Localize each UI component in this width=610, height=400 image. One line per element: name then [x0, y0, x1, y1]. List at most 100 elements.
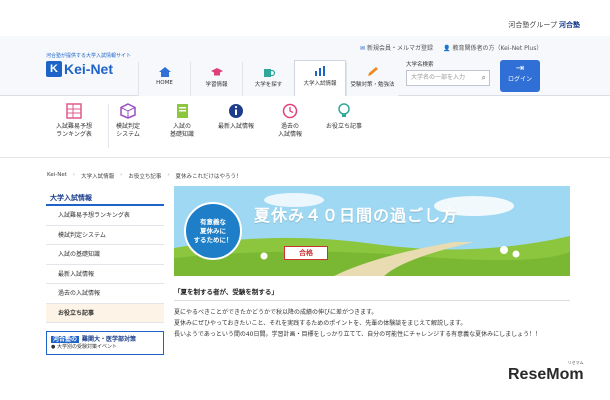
nav-home[interactable]: HOME	[138, 62, 190, 96]
subnav-useful-articles[interactable]: お役立ち記事	[314, 102, 374, 131]
article-paragraph: 長いようであっという間の40日間。学習計画・目標をしっかり立てて、自分の可能性に…	[174, 331, 542, 338]
breadcrumb-separator: ›	[72, 172, 76, 178]
pass-sign: 合格	[284, 246, 328, 260]
login-label: ログイン	[507, 76, 532, 83]
watermark-kana: リセマム	[567, 360, 584, 365]
promo-heading: 河合塾の 難関大・医学部対策	[51, 334, 159, 343]
nav-find-university[interactable]: 大学を探す	[242, 62, 294, 96]
sidebar-item-past[interactable]: 過去の入試情報	[46, 284, 164, 304]
history-icon	[282, 103, 298, 119]
breadcrumb-current: 夏休みこれだけはやろう！	[175, 174, 242, 180]
article-heading: 「夏を制する者が、受験を制する」	[174, 286, 570, 301]
search-label: 大学名検索	[406, 62, 434, 68]
subnav-judgement-line2: システム	[116, 131, 140, 138]
sidebar: 大学入試情報 入試難易予想ランキング表 模試判定システム 入試の基礎知識 最新入…	[46, 190, 164, 355]
nav-study[interactable]: 学習情報	[190, 62, 242, 96]
group-label: 河合塾グループ 河合塾	[508, 20, 580, 30]
hero-title: 夏休み４０日間の過ごし方	[254, 206, 459, 225]
register-link[interactable]: ✉ 新規会員・メルマガ登録	[360, 43, 433, 52]
top-bar: 河合塾グループ 河合塾	[0, 0, 610, 36]
article-paragraph: 夏休みにぜひやっておきたいこと、それを実践するためのポイントを、先輩の体験談をま…	[174, 320, 467, 327]
nav-exam-prep[interactable]: 受験対策・勉強法	[346, 62, 398, 96]
sidebar-item-latest[interactable]: 最新入試情報	[46, 265, 164, 284]
table-icon	[66, 103, 82, 119]
search-placeholder: 大学名の一部を入力	[411, 74, 466, 81]
register-link-label: 新規会員・メルマガ登録	[367, 45, 434, 52]
sidebar-title: 大学入試情報	[46, 190, 164, 206]
breadcrumb-separator: ›	[120, 172, 123, 178]
site-logo[interactable]: 河合塾が提供する大学入試情報サイト K Kei-Net	[46, 52, 132, 88]
article-body: 「夏を制する者が、受験を制する」 夏にやるべきことができたかどうかで秋以降の成績…	[174, 286, 570, 340]
sidebar-item-ranking[interactable]: 入試難易予想ランキング表	[46, 206, 164, 226]
sidebar-item-judgement[interactable]: 模試判定システム	[46, 226, 164, 245]
pencil-icon	[367, 67, 378, 76]
hero-banner: 有意義な 夏休みに するために！ 夏休み４０日間の過ごし方 合格	[174, 186, 570, 276]
subnav-past-line2: 入試情報	[277, 131, 302, 138]
subnav-past[interactable]: 過去の 入試情報	[260, 102, 320, 139]
logo-name: Kei-Net	[64, 61, 114, 77]
promo-org: 河合塾の	[51, 336, 80, 343]
book-icon	[177, 104, 188, 118]
university-search: 大学名検索 大学名の一部を入力 ⌕	[406, 60, 492, 86]
nav-admissions[interactable]: 大学入試情報	[294, 60, 346, 96]
subnav-latest-label: 最新入試情報	[217, 123, 254, 130]
educator-link[interactable]: 👤 教育関係者の方（Kei-Net Plus）	[443, 43, 542, 52]
subnav-basics[interactable]: 入試の 基礎知識	[152, 102, 212, 139]
badge-line1: 有意義な	[200, 218, 226, 226]
bar-chart-icon	[315, 66, 325, 76]
person-icon: 👤	[443, 45, 451, 52]
login-button[interactable]: ⇥ ログイン	[500, 60, 540, 92]
site-header: ✉ 新規会員・メルマガ登録 👤 教育関係者の方（Kei-Net Plus） 河合塾が…	[0, 36, 610, 96]
header-links: ✉ 新規会員・メルマガ登録 👤 教育関係者の方（Kei-Net Plus）	[360, 43, 542, 52]
sub-nav: 入試難易予想 ランキング表 模試判定 システム 入試の 基礎知識 最新入試情報 …	[0, 96, 610, 158]
mail-icon: ✉	[360, 45, 366, 52]
group-label-text: 河合塾グループ	[508, 21, 557, 29]
subnav-basics-line1: 入試の	[172, 123, 191, 130]
nav-exam-prep-label: 受験対策・勉強法	[350, 82, 395, 88]
subnav-past-line1: 過去の	[280, 123, 299, 130]
graduation-cap-icon	[210, 68, 223, 76]
watermark-text: ReseMom	[508, 366, 584, 383]
subnav-ranking-line1: 入試難易予想	[55, 123, 92, 130]
subnav-judgement[interactable]: 模試判定 システム	[98, 102, 158, 139]
nav-find-university-label: 大学を探す	[254, 82, 283, 88]
nav-study-label: 学習情報	[205, 82, 228, 88]
subnav-judgement-line1: 模試判定	[115, 123, 140, 130]
search-icon[interactable]: ⌕	[482, 71, 486, 85]
badge-line2: 夏休みに	[200, 227, 226, 235]
nav-home-label: HOME	[156, 80, 173, 86]
lightbulb-icon	[338, 103, 350, 117]
educator-link-label: 教育関係者の方（Kei-Net Plus）	[452, 45, 543, 52]
login-icon: ⇥	[515, 63, 525, 74]
subnav-useful-articles-label: お役立ち記事	[325, 123, 362, 130]
logo-k-icon: K	[46, 61, 62, 77]
badge-line3: するために！	[193, 236, 233, 244]
resemom-watermark: リセマム ReseMom	[508, 360, 584, 384]
group-brand[interactable]: 河合塾	[559, 21, 580, 29]
subnav-basics-line2: 基礎知識	[169, 131, 194, 138]
building-search-icon	[263, 69, 275, 77]
subnav-ranking-line2: ランキング表	[56, 131, 92, 138]
breadcrumb-articles[interactable]: お役立ち記事	[128, 172, 161, 180]
breadcrumb-admissions[interactable]: 大学入試情報	[81, 172, 114, 180]
search-input[interactable]: 大学名の一部を入力 ⌕	[406, 70, 490, 86]
sidebar-promo-banner[interactable]: 河合塾の 難関大・医学部対策 ● 大学別の受験対策イベント	[46, 331, 164, 355]
main-nav: HOME 学習情報 大学を探す 大学入試情報 受験対策・勉強法	[138, 60, 398, 96]
sidebar-item-useful-articles[interactable]: お役立ち記事	[46, 303, 164, 323]
breadcrumb-home[interactable]: Kei-Net	[47, 172, 67, 180]
subnav-ranking[interactable]: 入試難易予想 ランキング表	[44, 102, 104, 139]
nav-admissions-label: 大学入試情報	[303, 81, 337, 87]
promo-line: ● 大学別の受験対策イベント	[51, 344, 117, 350]
breadcrumb-separator: ›	[167, 172, 170, 178]
home-icon	[158, 67, 171, 77]
article-paragraph: 夏にやるべきことができたかどうかで秋以降の成績の伸びに差がつきます。	[174, 309, 378, 316]
breadcrumb: Kei-Net › 大学入試情報 › お役立ち記事 › 夏休みこれだけはやろう！	[47, 172, 242, 180]
info-icon	[229, 104, 243, 118]
hero-badge: 有意義な 夏休みに するために！	[184, 202, 242, 260]
sidebar-item-basics[interactable]: 入試の基礎知識	[46, 245, 164, 265]
promo-title: 難関大・医学部対策	[82, 336, 137, 343]
cube-icon	[120, 103, 136, 119]
logo-tagline: 河合塾が提供する大学入試情報サイト	[46, 53, 132, 59]
subnav-latest[interactable]: 最新入試情報	[206, 102, 266, 131]
logo-mark: K Kei-Net	[46, 61, 132, 77]
